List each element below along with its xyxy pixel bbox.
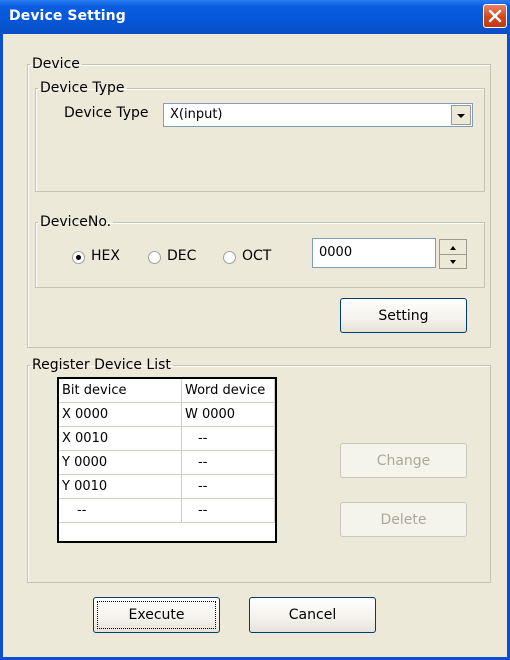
radio-dec[interactable] [148,251,161,264]
change-button[interactable]: Change [340,443,467,478]
arrow-down-icon [450,260,456,264]
table-row[interactable]: X 0000 W 0000 [59,402,275,427]
chevron-down-icon [457,114,465,118]
device-no-value: 0000 [319,245,353,260]
radio-oct-label[interactable]: OCT [242,248,271,264]
radio-hex-label[interactable]: HEX [91,248,120,264]
radio-hex[interactable] [72,251,85,264]
bit-device-cell[interactable]: Y 0010 [59,474,182,499]
device-no-group-legend: DeviceNo. [40,214,112,230]
close-icon [488,9,502,23]
word-device-cell[interactable]: -- [181,498,275,523]
device-type-group-legend: Device Type [40,80,125,96]
word-device-cell[interactable]: -- [181,474,275,499]
radio-dec-label[interactable]: DEC [167,248,196,264]
table-row[interactable]: X 0010 -- [59,426,275,451]
execute-button[interactable]: Execute [93,597,220,633]
title-bar[interactable]: Device Setting [0,0,510,34]
column-header-bit-device: Bit device [59,379,182,403]
spin-down-button[interactable] [440,254,466,268]
arrow-up-icon [450,246,456,250]
device-type-select[interactable]: X(input) [163,103,473,127]
table-header-row: Bit device Word device [59,379,275,403]
column-header-word-device: Word device [181,379,275,403]
table-row[interactable]: Y 0000 -- [59,450,275,475]
table-row[interactable]: -- -- [59,498,275,523]
word-device-cell[interactable]: -- [181,450,275,475]
device-type-label: Device Type [64,105,149,121]
radio-oct[interactable] [223,251,236,264]
device-type-value: X(input) [170,107,223,122]
close-button[interactable] [483,4,507,28]
bit-device-cell[interactable]: Y 0000 [59,450,182,475]
bit-device-cell[interactable]: X 0000 [59,402,182,427]
register-device-table[interactable]: Bit device Word device X 0000 W 0000 X 0… [57,377,277,543]
word-device-cell[interactable]: -- [181,426,275,451]
device-no-spinner[interactable] [439,239,467,269]
table-row[interactable]: Y 0010 -- [59,474,275,499]
cancel-button[interactable]: Cancel [249,597,376,633]
delete-button[interactable]: Delete [340,502,467,537]
register-group-legend: Register Device List [32,357,171,373]
spin-up-button[interactable] [440,240,466,255]
bit-device-cell[interactable]: -- [59,498,182,523]
device-no-input[interactable]: 0000 [312,238,436,268]
bit-device-cell[interactable]: X 0010 [59,426,182,451]
device-group-legend: Device [32,56,80,72]
window-title: Device Setting [9,8,126,24]
device-type-group: Device Type [35,80,485,192]
setting-button[interactable]: Setting [340,298,467,333]
dropdown-button[interactable] [451,105,471,125]
word-device-cell[interactable]: W 0000 [181,402,275,427]
